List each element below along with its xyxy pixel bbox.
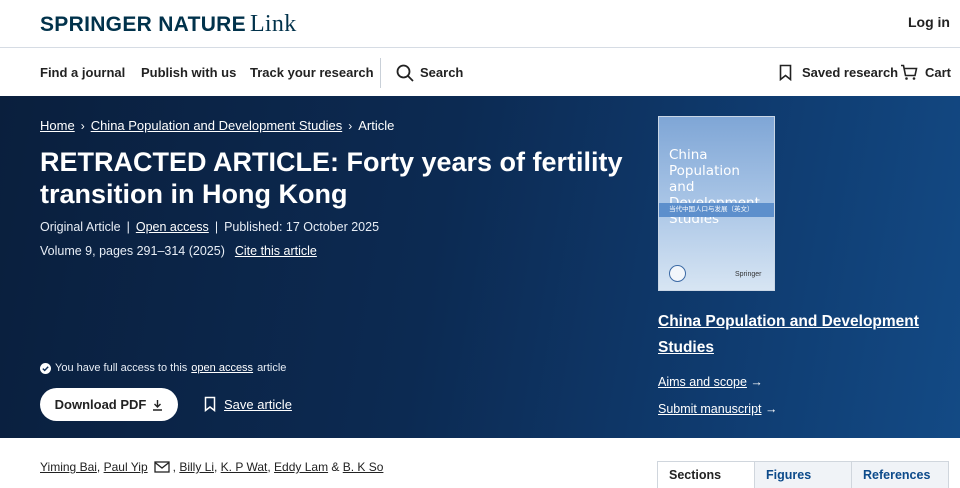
- article-tabs: Sections Figures References: [657, 461, 949, 488]
- nav-track-research[interactable]: Track your research: [250, 65, 374, 80]
- cover-subtitle: 当代中国人口与发展（英文）: [659, 203, 774, 217]
- save-article-button[interactable]: Save article: [204, 396, 292, 412]
- cart-icon[interactable]: [900, 64, 918, 81]
- tab-references[interactable]: References: [851, 462, 948, 488]
- nav-saved-research[interactable]: Saved research: [802, 65, 898, 80]
- cite-article-link[interactable]: Cite this article: [235, 244, 317, 258]
- journal-cover[interactable]: China Population and Development Studies…: [658, 116, 775, 291]
- access-open-access-link[interactable]: open access: [191, 362, 253, 374]
- brand-primary: SPRINGER NATURE: [40, 13, 246, 36]
- submit-manuscript-link[interactable]: Submit manuscript →: [658, 402, 778, 416]
- chevron-right-icon: ›: [80, 119, 85, 133]
- open-access-link[interactable]: Open access: [136, 220, 209, 234]
- nav-publish[interactable]: Publish with us: [141, 65, 236, 80]
- author-link[interactable]: B. K So: [343, 460, 384, 474]
- login-link[interactable]: Log in: [908, 14, 950, 30]
- author-link[interactable]: Paul Yip: [104, 460, 148, 474]
- main-nav: Find a journal Publish with us Track you…: [0, 48, 960, 96]
- article-citation-meta: Volume 9, pages 291–314 (2025) Cite this …: [40, 244, 317, 258]
- article-type: Original Article: [40, 220, 121, 234]
- brand-secondary: Link: [249, 11, 297, 37]
- article-hero: Home › China Population and Development St…: [0, 96, 960, 438]
- check-circle-icon: [40, 362, 51, 374]
- access-suffix: article: [257, 362, 287, 374]
- nav-cart[interactable]: Cart: [925, 65, 951, 80]
- bookmark-icon: [204, 396, 216, 412]
- author-link[interactable]: Billy Li: [179, 460, 214, 474]
- submit-manuscript-label: Submit manuscript: [658, 402, 762, 416]
- springer-nature-link-logo[interactable]: SPRINGER NATURE Link: [40, 11, 297, 38]
- access-prefix: You have full access to this: [55, 362, 188, 374]
- access-notice: You have full access to this open access…: [40, 362, 286, 374]
- journal-seal-icon: [669, 265, 686, 282]
- tab-figures[interactable]: Figures: [754, 462, 851, 488]
- aims-scope-link[interactable]: Aims and scope →: [658, 375, 763, 389]
- nav-find-journal[interactable]: Find a journal: [40, 65, 125, 80]
- save-article-label: Save article: [224, 396, 292, 412]
- author-list: Yiming Bai, Paul Yip , Billy Li, K. P Wa…: [40, 460, 384, 474]
- mail-icon[interactable]: [153, 461, 170, 473]
- bookmark-icon[interactable]: [779, 64, 792, 81]
- top-bar: SPRINGER NATURE Link Log in: [0, 0, 960, 48]
- nav-divider: [380, 58, 381, 88]
- breadcrumb-current: Article: [358, 118, 395, 133]
- article-title: RETRACTED ARTICLE: Forty years of fertil…: [40, 147, 623, 209]
- aims-scope-label: Aims and scope: [658, 375, 747, 389]
- journal-name-link[interactable]: China Population and Development Studies: [658, 309, 938, 361]
- author-link[interactable]: Yiming Bai: [40, 460, 97, 474]
- author-link[interactable]: Eddy Lam: [274, 460, 328, 474]
- breadcrumb-journal[interactable]: China Population and Development Studies: [91, 118, 343, 133]
- author-link[interactable]: K. P Wat: [221, 460, 268, 474]
- nav-search[interactable]: Search: [420, 65, 463, 80]
- published-date: Published: 17 October 2025: [224, 220, 380, 234]
- arrow-right-icon: →: [750, 375, 763, 389]
- download-pdf-button[interactable]: Download PDF: [40, 388, 178, 421]
- chevron-right-icon: ›: [348, 119, 353, 133]
- download-icon: [153, 399, 163, 411]
- download-pdf-label: Download PDF: [54, 397, 147, 412]
- article-meta: Original Article | Open access | Published: …: [40, 220, 380, 234]
- breadcrumb: Home › China Population and Development St…: [40, 118, 394, 133]
- tab-sections[interactable]: Sections: [658, 462, 754, 488]
- volume-pages: Volume 9, pages 291–314 (2025): [40, 244, 225, 258]
- cover-publisher: Springer: [735, 271, 762, 278]
- breadcrumb-home[interactable]: Home: [40, 118, 75, 133]
- arrow-right-icon: →: [765, 402, 778, 416]
- search-icon[interactable]: [396, 64, 414, 82]
